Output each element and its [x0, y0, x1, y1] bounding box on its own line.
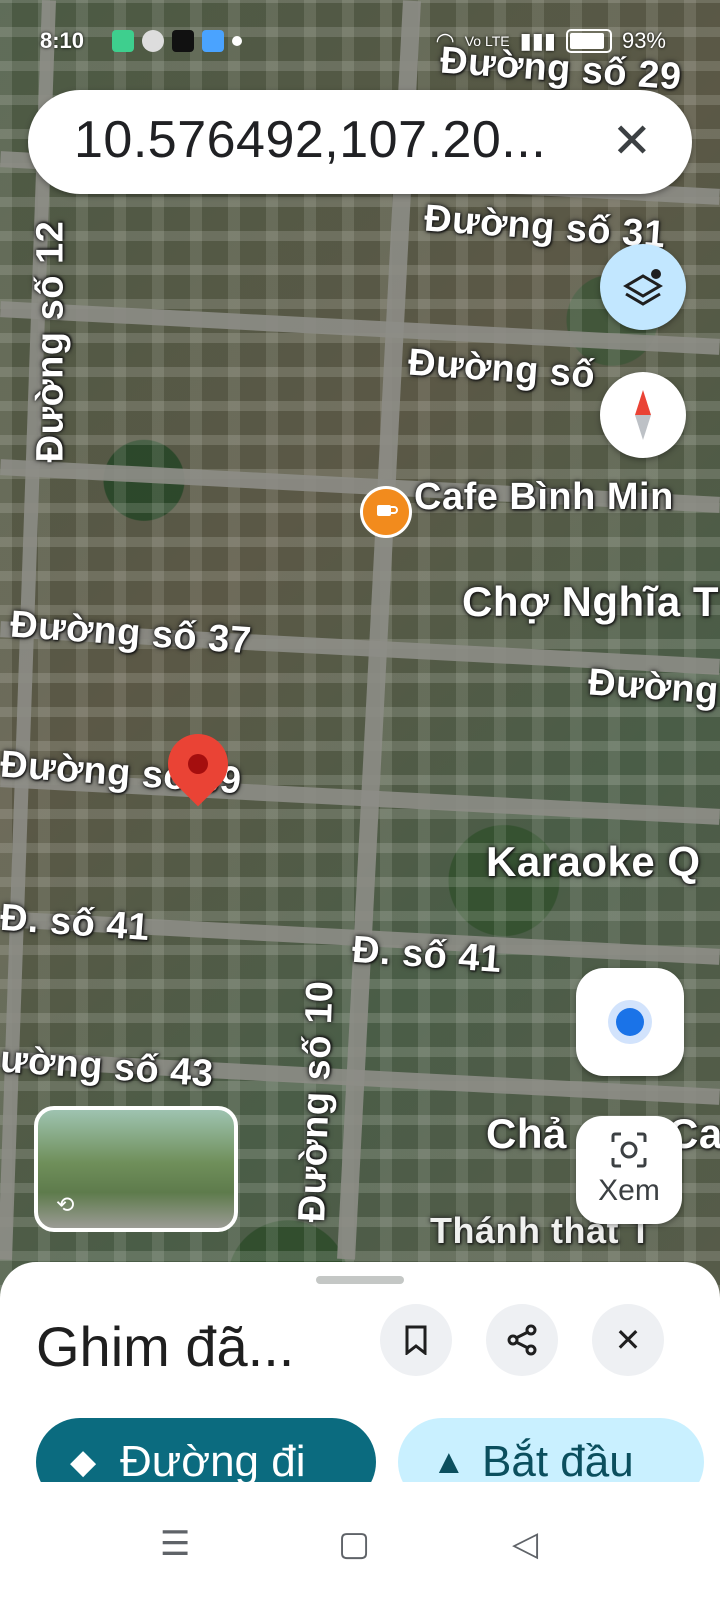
bookmark-icon [405, 1325, 427, 1357]
cafe-icon[interactable] [360, 486, 412, 538]
weather-icon [202, 30, 224, 52]
my-location-button[interactable] [576, 968, 684, 1076]
status-time: 8:10 [40, 28, 85, 53]
close-sheet-button[interactable]: ✕ [592, 1304, 664, 1376]
status-bar: 8:10 ◠ Vo LTE ▮▮▮ 93% [0, 20, 720, 64]
compass-icon [635, 390, 651, 440]
street-label: Đường [586, 661, 720, 713]
close-icon[interactable]: ✕ [612, 114, 652, 170]
street-view-thumbnail[interactable]: ⟲ [34, 1106, 238, 1232]
app-icon [112, 30, 134, 52]
my-location-icon [616, 1008, 644, 1036]
search-bar[interactable]: 10.576492,107.20... ✕ [28, 90, 692, 194]
poi-label[interactable]: Chả [486, 1110, 567, 1158]
camera-scan-icon [611, 1132, 647, 1168]
notification-icons [112, 30, 242, 52]
poi-label[interactable]: Karaoke Q [486, 838, 701, 886]
battery-icon [565, 29, 612, 53]
compass-button[interactable] [600, 372, 686, 458]
drag-handle[interactable] [316, 1276, 404, 1284]
globe-icon [142, 30, 164, 52]
battery-percent: 93% [621, 28, 666, 53]
layers-button[interactable] [600, 244, 686, 330]
network-label: Vo LTE [464, 33, 510, 49]
poi-label[interactable]: Chợ Nghĩa T [462, 578, 719, 626]
poi-label[interactable]: Cafe Bình Min [414, 476, 674, 519]
lens-view-button[interactable]: Xem [576, 1116, 682, 1224]
street-label: Đường số 10 [291, 980, 342, 1223]
pin-center [183, 749, 213, 779]
rotate-360-icon: ⟲ [56, 1192, 75, 1217]
close-icon: ✕ [614, 1322, 642, 1358]
home-icon[interactable]: ▢ [338, 1524, 370, 1564]
share-icon [507, 1324, 537, 1356]
share-button[interactable] [486, 1304, 558, 1376]
status-right: ◠ Vo LTE ▮▮▮ 93% [436, 28, 666, 54]
layers-icon [623, 269, 663, 306]
place-title: Ghim đã... [36, 1315, 295, 1378]
search-query[interactable]: 10.576492,107.20... [74, 110, 546, 170]
street-label: Đường số 12 [29, 220, 72, 463]
save-button[interactable] [380, 1304, 452, 1376]
signal-icon: ▮▮▮ [519, 28, 556, 53]
back-icon[interactable]: ◁ [512, 1524, 538, 1564]
menu-icon[interactable]: ☰ [160, 1524, 190, 1564]
system-navigation-bar: ☰ ▢ ◁ [0, 1482, 720, 1601]
wifi-icon: ◠ [435, 28, 455, 53]
tiktok-icon [172, 30, 194, 52]
dot-icon [232, 36, 242, 46]
xem-label: Xem [598, 1174, 660, 1207]
